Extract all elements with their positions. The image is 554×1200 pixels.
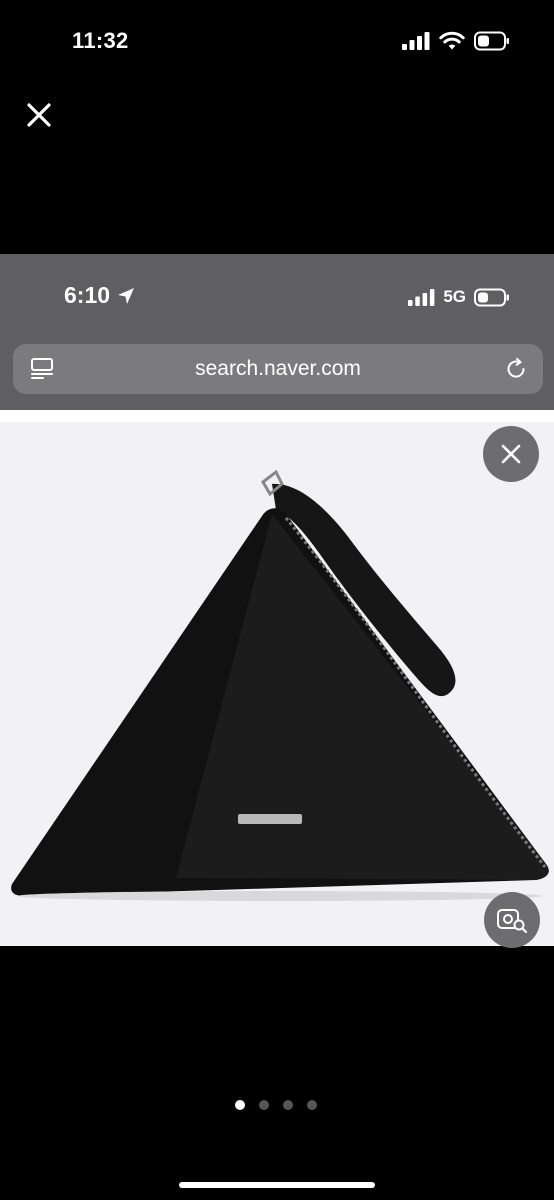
brand-logo — [238, 814, 302, 824]
url-text: search.naver.com — [195, 357, 361, 380]
signal-icon — [408, 288, 435, 306]
tabs-icon[interactable] — [29, 356, 55, 382]
page-dot-2[interactable] — [259, 1100, 269, 1110]
wifi-icon — [439, 31, 465, 50]
status-indicators — [402, 31, 510, 51]
status-time: 11:32 — [72, 28, 129, 53]
reload-icon[interactable] — [503, 356, 529, 382]
page-dot-3[interactable] — [283, 1100, 293, 1110]
bag-shadow — [18, 891, 542, 901]
visual-search-icon — [497, 909, 528, 934]
product-photo — [0, 422, 554, 946]
battery-icon — [474, 31, 509, 51]
signal-icon — [402, 32, 430, 50]
inner-status-indicators: 5G — [408, 287, 510, 307]
close-image-button[interactable] — [483, 426, 539, 482]
address-bar[interactable]: search.naver.com — [13, 344, 543, 394]
inner-browser-header: 6:10 5G search.naver.com — [0, 254, 554, 410]
page-indicator — [235, 1100, 317, 1110]
home-indicator[interactable] — [179, 1182, 375, 1188]
location-arrow-icon — [118, 287, 135, 304]
page-dot-1[interactable] — [235, 1100, 245, 1110]
divider — [0, 410, 554, 422]
battery-icon — [474, 288, 509, 306]
visual-search-button[interactable] — [484, 892, 540, 948]
inner-time-text: 6:10 — [64, 282, 111, 308]
network-label: 5G — [443, 287, 466, 306]
close-icon[interactable] — [20, 96, 58, 134]
close-icon — [501, 444, 521, 464]
screenshot-image: 6:10 5G search.naver.com — [0, 254, 554, 946]
page-dot-4[interactable] — [307, 1100, 317, 1110]
inner-status-time: 6:10 — [64, 282, 136, 309]
